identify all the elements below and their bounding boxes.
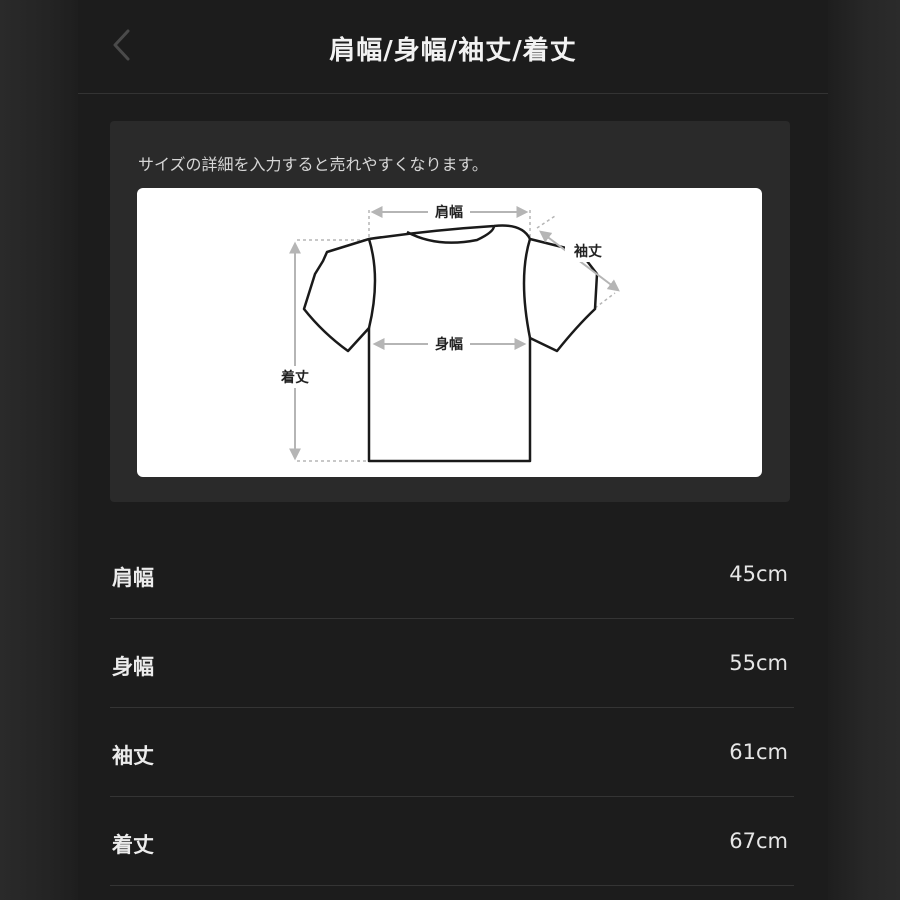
measurement-value: 67cm xyxy=(729,829,788,853)
measurement-list: 肩幅 45cm 身幅 55cm 袖丈 61cm 着丈 67cm xyxy=(110,530,794,886)
size-diagram: 肩幅 身幅 袖丈 着丈 xyxy=(137,188,762,477)
measurement-row-sleeve[interactable]: 袖丈 61cm xyxy=(110,708,794,797)
right-edge xyxy=(828,0,900,900)
measurement-label: 肩幅 xyxy=(112,566,154,590)
diagram-label-width: 身幅 xyxy=(435,336,463,353)
measurement-value: 61cm xyxy=(729,740,788,764)
diagram-label-shoulder: 肩幅 xyxy=(435,204,463,221)
tshirt-icon: 肩幅 身幅 袖丈 着丈 xyxy=(273,202,620,463)
size-guide-card: サイズの詳細を入力すると売れやすくなります。 肩幅 身幅 袖丈 着丈 xyxy=(110,121,790,502)
header: 肩幅/身幅/袖丈/着丈 xyxy=(78,0,828,94)
measurement-row-shoulder[interactable]: 肩幅 45cm xyxy=(110,530,794,619)
measurement-label: 着丈 xyxy=(112,833,154,857)
diagram-label-sleeve: 袖丈 xyxy=(574,243,602,260)
measurement-value: 55cm xyxy=(729,651,788,675)
measurement-label: 身幅 xyxy=(112,655,154,679)
page-title: 肩幅/身幅/袖丈/着丈 xyxy=(329,36,577,66)
measurement-value: 45cm xyxy=(729,562,788,586)
measurement-label: 袖丈 xyxy=(112,744,154,768)
left-edge xyxy=(0,0,78,900)
measurement-row-width[interactable]: 身幅 55cm xyxy=(110,619,794,708)
size-details-panel: 肩幅/身幅/袖丈/着丈 サイズの詳細を入力すると売れやすくなります。 肩幅 身幅… xyxy=(78,0,828,900)
diagram-label-length: 着丈 xyxy=(280,369,309,386)
hint-text: サイズの詳細を入力すると売れやすくなります。 xyxy=(138,155,488,174)
measurement-row-length[interactable]: 着丈 67cm xyxy=(110,797,794,886)
